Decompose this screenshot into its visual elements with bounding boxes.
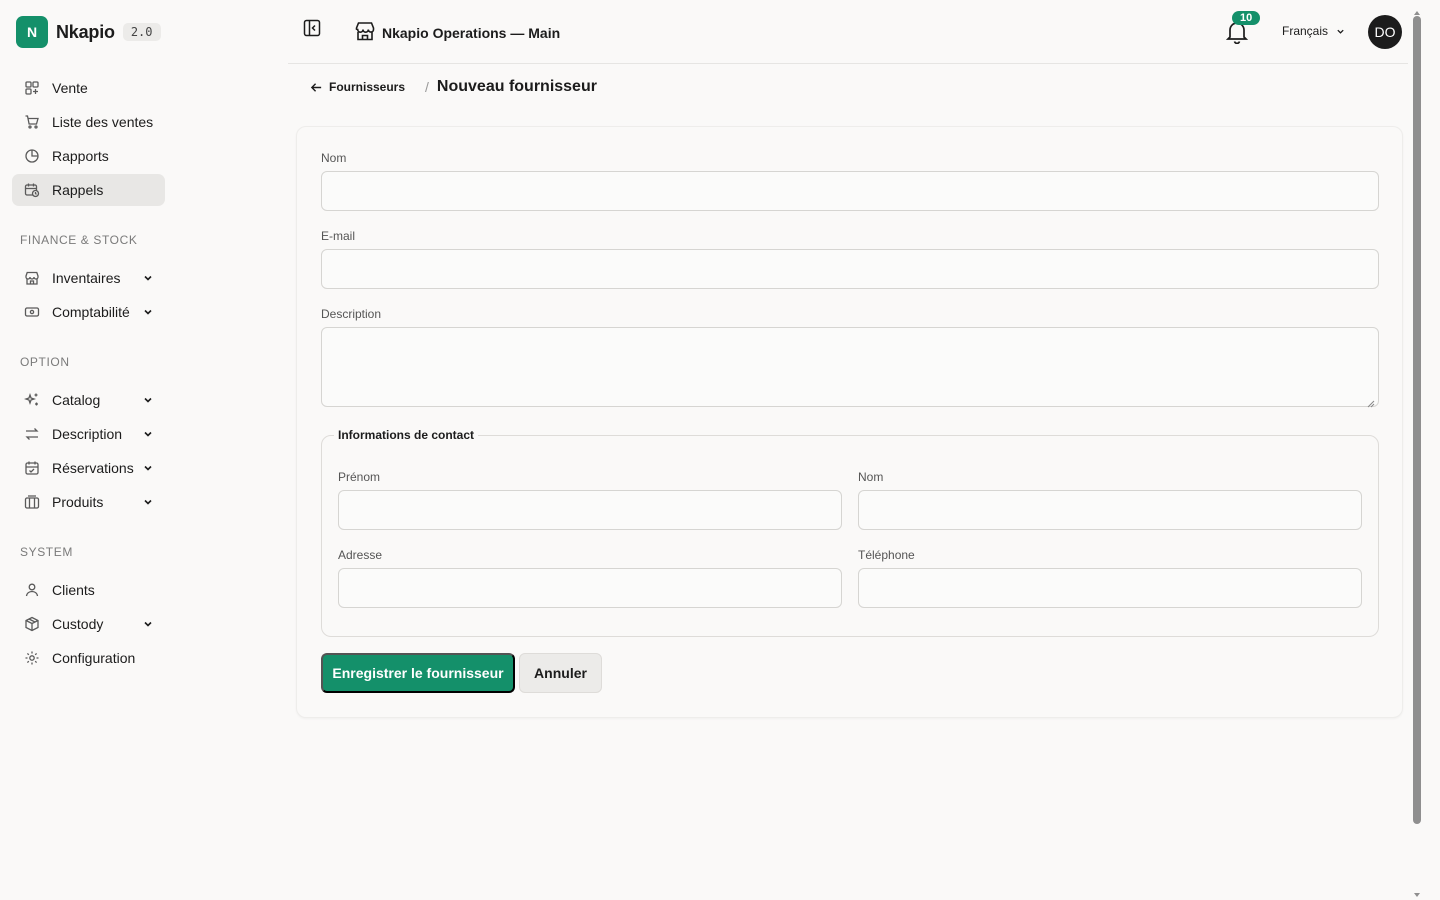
sidebar-item-produits[interactable]: Produits	[12, 486, 165, 518]
brand[interactable]: N Nkapio 2.0	[16, 16, 161, 48]
sidebar-item-label: Liste des ventes	[52, 114, 154, 130]
sidebar-item-liste-ventes[interactable]: Liste des ventes	[12, 106, 165, 138]
sparkles-icon	[24, 392, 40, 408]
sidebar-item-rapports[interactable]: Rapports	[12, 140, 165, 172]
sidebar-item-label: Description	[52, 426, 123, 442]
sidebar-item-clients[interactable]: Clients	[12, 574, 165, 606]
address-label: Adresse	[338, 548, 383, 562]
arrow-left-icon	[310, 81, 323, 94]
last-name-label: Nom	[858, 470, 884, 484]
pie-chart-icon	[24, 148, 40, 164]
email-input[interactable]	[321, 249, 1379, 289]
description-textarea[interactable]	[321, 327, 1379, 408]
contact-fieldset: Informations de contact Prénom Nom Adres…	[321, 428, 1379, 637]
calendar-clock-icon	[24, 182, 40, 198]
version-badge: 2.0	[122, 23, 161, 41]
sidebar-item-inventaires[interactable]: Inventaires	[12, 262, 165, 294]
language-select[interactable]: Français	[1282, 24, 1345, 38]
breadcrumb-back-link[interactable]: Fournisseurs	[310, 80, 405, 94]
section-label-finance: FINANCE & STOCK	[20, 233, 138, 247]
store-title: Nkapio Operations — Main	[382, 24, 561, 41]
gear-icon	[24, 650, 40, 666]
language-label: Français	[1282, 24, 1329, 38]
brand-name: Nkapio	[56, 21, 115, 42]
contact-legend: Informations de contact	[334, 428, 479, 442]
sidebar-item-label: Custody	[52, 616, 104, 632]
first-name-label: Prénom	[338, 470, 381, 484]
cart-icon	[24, 114, 40, 130]
breadcrumb-separator: /	[425, 79, 429, 95]
banknote-icon	[24, 304, 40, 320]
sidebar-item-label: Vente	[52, 80, 88, 96]
page-title: Nouveau fournisseur	[436, 78, 597, 95]
last-name-input[interactable]	[858, 490, 1362, 530]
address-input[interactable]	[338, 568, 842, 608]
grid-plus-icon	[24, 80, 40, 96]
sidebar-item-label: Réservations	[52, 460, 134, 476]
phone-label: Téléphone	[858, 548, 915, 562]
sidebar-item-label: Produits	[52, 494, 104, 510]
page-scrollbar[interactable]	[1410, 0, 1424, 900]
sidebar-item-description[interactable]: Description	[12, 418, 165, 450]
sidebar-item-rappels[interactable]: Rappels	[12, 174, 165, 206]
store-selector[interactable]: Nkapio Operations — Main	[354, 20, 560, 45]
scroll-up-arrow-icon[interactable]	[1413, 4, 1421, 15]
sidebar-item-label: Configuration	[52, 650, 136, 666]
scrollbar-thumb[interactable]	[1413, 16, 1421, 824]
chevron-down-icon	[1336, 27, 1345, 36]
description-label: Description	[321, 307, 382, 321]
email-label: E-mail	[321, 229, 356, 243]
top-header: Nkapio Operations — Main 10 Français DO	[288, 0, 1408, 64]
scroll-down-arrow-icon[interactable]	[1413, 886, 1421, 897]
store-icon	[24, 270, 40, 286]
section-label-option: OPTION	[20, 355, 70, 369]
sidebar-item-label: Inventaires	[52, 270, 121, 286]
sidebar-item-custody[interactable]: Custody	[12, 608, 165, 640]
sidebar-toggle-icon[interactable]	[302, 18, 322, 38]
name-input[interactable]	[321, 171, 1379, 211]
breadcrumb-back-label: Fournisseurs	[329, 80, 406, 94]
package-icon	[24, 616, 40, 632]
sidebar-item-label: Comptabilité	[52, 304, 130, 320]
chevron-down-icon	[141, 393, 155, 407]
chevron-down-icon	[141, 617, 155, 631]
name-label: Nom	[321, 151, 347, 165]
sidebar-item-configuration[interactable]: Configuration	[12, 642, 165, 674]
chevron-down-icon	[141, 461, 155, 475]
arrows-swap-icon	[24, 426, 40, 442]
sidebar-item-vente[interactable]: Vente	[12, 72, 165, 104]
avatar[interactable]: DO	[1368, 15, 1402, 49]
store-icon	[354, 20, 376, 45]
resize-grip-icon[interactable]	[1367, 395, 1375, 408]
breadcrumb: Fournisseurs / Nouveau fournisseur	[310, 78, 597, 96]
sidebar-item-label: Clients	[52, 582, 95, 598]
section-label-system: SYSTEM	[20, 545, 73, 559]
first-name-input[interactable]	[338, 490, 842, 530]
chevron-down-icon	[141, 305, 155, 319]
chevron-down-icon	[141, 495, 155, 509]
sidebar-item-catalog[interactable]: Catalog	[12, 384, 165, 416]
sidebar-item-reservations[interactable]: Réservations	[12, 452, 165, 484]
sidebar-item-label: Rappels	[52, 182, 104, 198]
save-supplier-button[interactable]: Enregistrer le fournisseur	[321, 653, 515, 693]
sidebar: N Nkapio 2.0 Vente Liste des ventes Rapp…	[0, 0, 176, 900]
chevron-down-icon	[141, 427, 155, 441]
phone-input[interactable]	[858, 568, 1362, 608]
boxes-icon	[24, 494, 40, 510]
chevron-down-icon	[141, 271, 155, 285]
supplier-form-card: Nom E-mail Description Informations de c…	[296, 126, 1403, 718]
sidebar-item-label: Catalog	[52, 392, 101, 408]
sidebar-item-label: Rapports	[52, 148, 109, 164]
notification-badge: 10	[1232, 11, 1261, 25]
calendar-check-icon	[24, 460, 40, 476]
user-icon	[24, 582, 40, 598]
brand-logo: N	[16, 16, 48, 48]
cancel-button[interactable]: Annuler	[519, 653, 602, 693]
sidebar-item-comptabilite[interactable]: Comptabilité	[12, 296, 165, 328]
